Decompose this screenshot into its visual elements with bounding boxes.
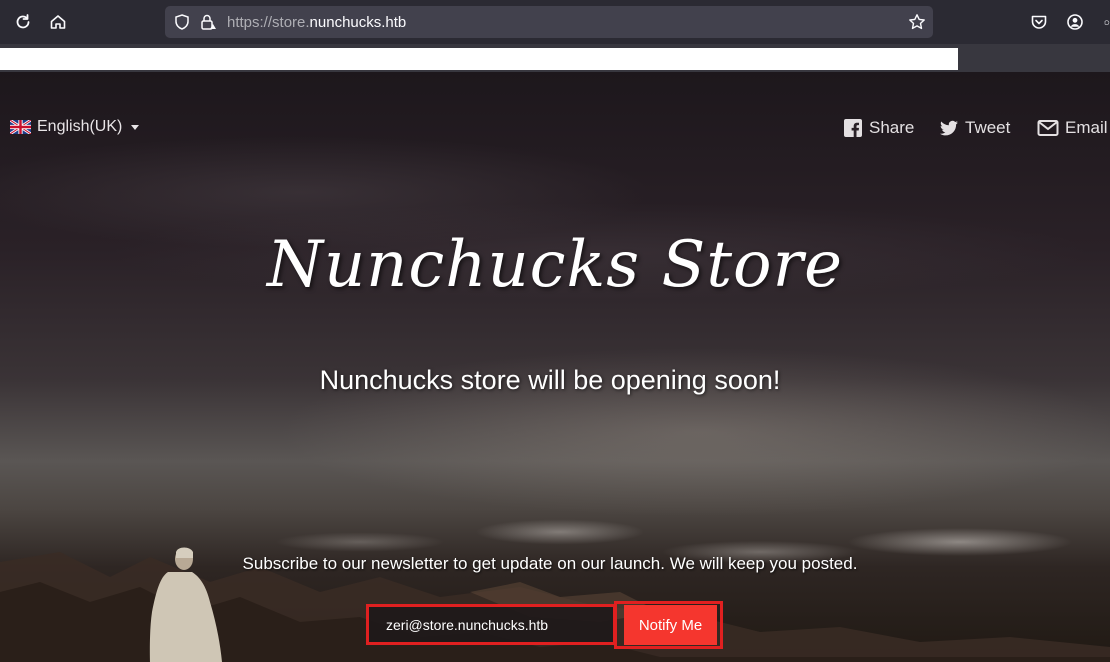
home-button[interactable] bbox=[44, 8, 72, 36]
extensions-icon bbox=[1104, 20, 1110, 25]
landing-page: English(UK) Share Tweet Email Nunchucks … bbox=[0, 72, 1110, 662]
page-title: Nunchucks Store bbox=[266, 228, 844, 302]
bookmark-star-icon[interactable] bbox=[908, 13, 926, 31]
facebook-icon bbox=[844, 119, 862, 137]
account-icon bbox=[1067, 14, 1083, 30]
pocket-icon bbox=[1031, 15, 1047, 29]
url-text[interactable]: https://store.nunchucks.htb bbox=[227, 14, 406, 31]
url-prefix: https://store. bbox=[227, 14, 310, 31]
email-label: Email bbox=[1065, 118, 1108, 137]
browser-toolbar: https://store.nunchucks.htb bbox=[0, 0, 1110, 44]
url-domain: nunchucks.htb bbox=[309, 14, 407, 31]
reload-button[interactable] bbox=[9, 8, 37, 36]
tweet-label: Tweet bbox=[965, 118, 1011, 137]
email-field-wrapper bbox=[366, 604, 616, 645]
account-button[interactable] bbox=[1061, 8, 1089, 36]
tweet-link[interactable]: Tweet bbox=[939, 116, 1010, 140]
email-field[interactable] bbox=[369, 607, 613, 642]
browser-strip bbox=[0, 44, 1110, 72]
blank-bar bbox=[0, 48, 958, 70]
lock-warning-icon[interactable] bbox=[199, 13, 217, 31]
reload-icon bbox=[16, 14, 30, 29]
shield-icon[interactable] bbox=[173, 13, 191, 31]
uk-flag-icon bbox=[10, 120, 31, 134]
language-selector[interactable]: English(UK) bbox=[10, 116, 140, 138]
notify-me-button[interactable]: Notify Me bbox=[624, 605, 717, 645]
email-link[interactable]: Email bbox=[1037, 116, 1108, 140]
share-label: Share bbox=[869, 118, 915, 137]
share-link[interactable]: Share bbox=[843, 116, 914, 140]
envelope-icon bbox=[1037, 120, 1059, 136]
language-label: English(UK) bbox=[37, 118, 123, 135]
url-bar[interactable]: https://store.nunchucks.htb bbox=[165, 6, 933, 38]
page-subtitle: Nunchucks store will be opening soon! bbox=[319, 365, 781, 395]
home-icon bbox=[50, 15, 66, 29]
pocket-button[interactable] bbox=[1025, 8, 1053, 36]
extensions-button[interactable] bbox=[1098, 8, 1110, 36]
newsletter-text: Subscribe to our newsletter to get updat… bbox=[242, 554, 858, 573]
chevron-down-icon bbox=[131, 124, 140, 130]
twitter-icon bbox=[940, 120, 958, 136]
